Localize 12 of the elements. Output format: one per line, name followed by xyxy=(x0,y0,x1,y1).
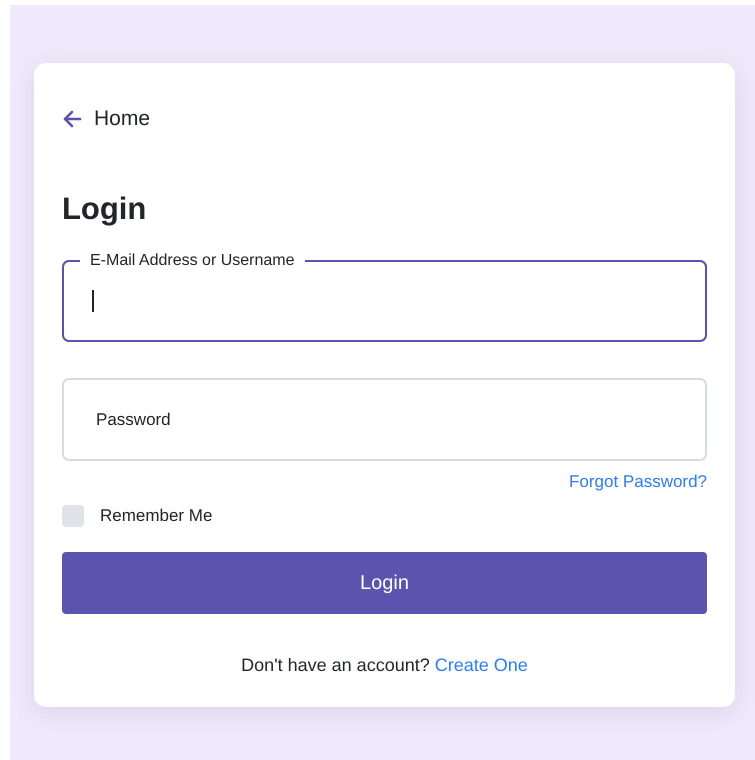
text-cursor xyxy=(92,290,94,312)
field-label: Password xyxy=(96,409,171,431)
remember-checkbox[interactable] xyxy=(62,504,84,526)
forgot-password-link[interactable]: Forgot Password? xyxy=(569,469,707,495)
back-arrow-icon xyxy=(62,110,82,128)
login-title: Login xyxy=(62,190,148,228)
login-button[interactable]: Login xyxy=(62,552,707,614)
remember-label: Remember Me xyxy=(100,504,212,527)
signup-prompt: Don't have an account? Create One xyxy=(240,654,529,678)
home-link[interactable]: Home xyxy=(62,103,150,134)
input-field[interactable]: Password xyxy=(62,378,707,462)
create-account-link[interactable]: Create One xyxy=(434,655,528,676)
